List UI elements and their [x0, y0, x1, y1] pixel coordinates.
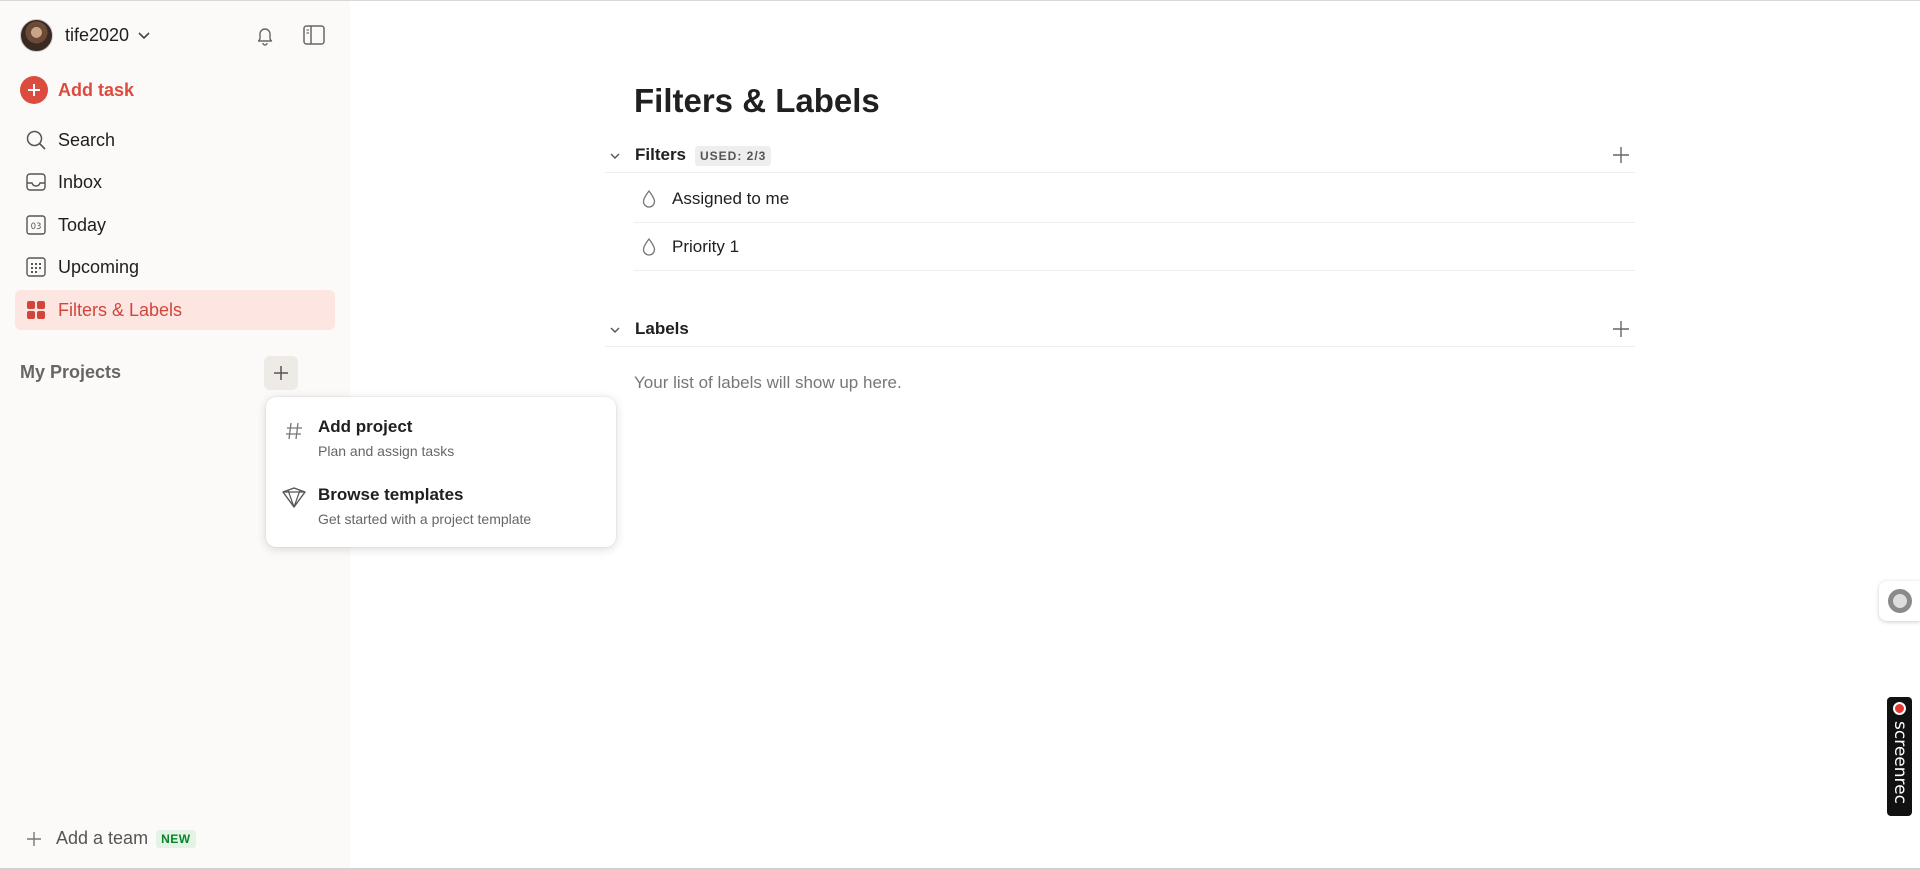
filter-item-label: Priority 1: [672, 237, 740, 256]
filters-section-header: Filters USED: 2/3: [605, 137, 1635, 173]
chevron-down-icon: [610, 327, 620, 333]
sidebar-item-today[interactable]: 03 Today: [15, 205, 335, 245]
screenrec-label: screenrec: [1890, 721, 1910, 804]
add-project-button[interactable]: [264, 356, 298, 390]
new-badge: NEW: [156, 829, 196, 848]
plus-icon: [1613, 147, 1629, 163]
toggle-sidebar-button[interactable]: [297, 18, 331, 52]
add-project-menu: Add project Plan and assign tasks Browse…: [266, 397, 616, 547]
hash-icon: [280, 417, 308, 445]
sidebar-item-label: Search: [58, 129, 116, 150]
collapse-labels-button[interactable]: [605, 320, 625, 340]
menu-item-title: Add project: [318, 417, 413, 436]
filters-usage-badge: USED: 2/3: [695, 146, 772, 166]
templates-icon: [280, 483, 308, 511]
labels-section-header: Labels: [605, 311, 1635, 347]
menu-item-add-project[interactable]: Add project Plan and assign tasks: [266, 397, 616, 459]
add-task-label: Add task: [58, 79, 135, 100]
sidebar-item-label: Inbox: [58, 171, 103, 192]
sidebar-toggle-icon: [303, 25, 325, 45]
filter-item-priority-1[interactable]: Priority 1: [634, 223, 1635, 271]
add-task-button[interactable]: Add task: [20, 76, 134, 104]
inbox-icon: [25, 171, 47, 193]
add-filter-button[interactable]: [1607, 141, 1635, 169]
record-icon: [1893, 702, 1906, 715]
bell-icon: [257, 28, 273, 46]
window-top-border: [0, 0, 1920, 1]
menu-item-subtitle: Plan and assign tasks: [318, 443, 455, 459]
chevron-down-icon: [138, 32, 150, 40]
filter-item-label: Assigned to me: [672, 189, 790, 208]
add-label-button[interactable]: [1607, 315, 1635, 343]
username: tife2020: [65, 24, 130, 45]
my-projects-heading[interactable]: My Projects: [20, 362, 121, 383]
search-icon: [25, 129, 47, 151]
filter-item-assigned-to-me[interactable]: Assigned to me: [634, 175, 1635, 223]
droplet-icon: [642, 189, 656, 208]
droplet-icon: [642, 237, 656, 256]
plus-icon: [1613, 321, 1629, 337]
sidebar-item-filters-labels[interactable]: Filters & Labels: [15, 290, 335, 330]
add-team-button[interactable]: Add a team NEW: [26, 828, 196, 849]
sidebar-item-label: Today: [58, 214, 107, 235]
plus-icon: [27, 831, 41, 846]
calendar-today-icon: 03: [25, 214, 47, 236]
account-menu-button[interactable]: tife2020: [20, 18, 151, 52]
sidebar-item-upcoming[interactable]: Upcoming: [15, 247, 335, 287]
page-title: Filters & Labels: [634, 82, 880, 119]
assistant-icon: [1887, 589, 1912, 613]
plus-circle-icon: [20, 76, 48, 104]
filters-grid-icon: [25, 299, 47, 321]
labels-heading: Labels: [635, 319, 689, 338]
menu-item-title: Browse templates: [318, 485, 464, 504]
notifications-button[interactable]: [248, 18, 282, 52]
floating-assistant-button[interactable]: [1879, 581, 1920, 621]
sidebar-item-inbox[interactable]: Inbox: [15, 162, 335, 202]
menu-item-browse-templates[interactable]: Browse templates Get started with a proj…: [266, 465, 616, 527]
add-team-label: Add a team: [56, 828, 149, 848]
labels-empty-state: Your list of labels will show up here.: [634, 373, 902, 392]
plus-icon: [274, 366, 288, 380]
filters-heading: Filters: [635, 145, 687, 164]
sidebar-item-search[interactable]: Search: [15, 120, 335, 160]
today-date-text: 03: [31, 222, 42, 232]
chevron-down-icon: [610, 153, 620, 159]
sidebar-item-label: Filters & Labels: [58, 299, 183, 320]
avatar: [20, 18, 53, 52]
collapse-filters-button[interactable]: [605, 146, 625, 166]
calendar-grid-icon: [25, 256, 47, 278]
screenrec-widget[interactable]: screenrec: [1887, 697, 1912, 816]
sidebar-item-label: Upcoming: [58, 256, 140, 277]
menu-item-subtitle: Get started with a project template: [318, 511, 532, 527]
